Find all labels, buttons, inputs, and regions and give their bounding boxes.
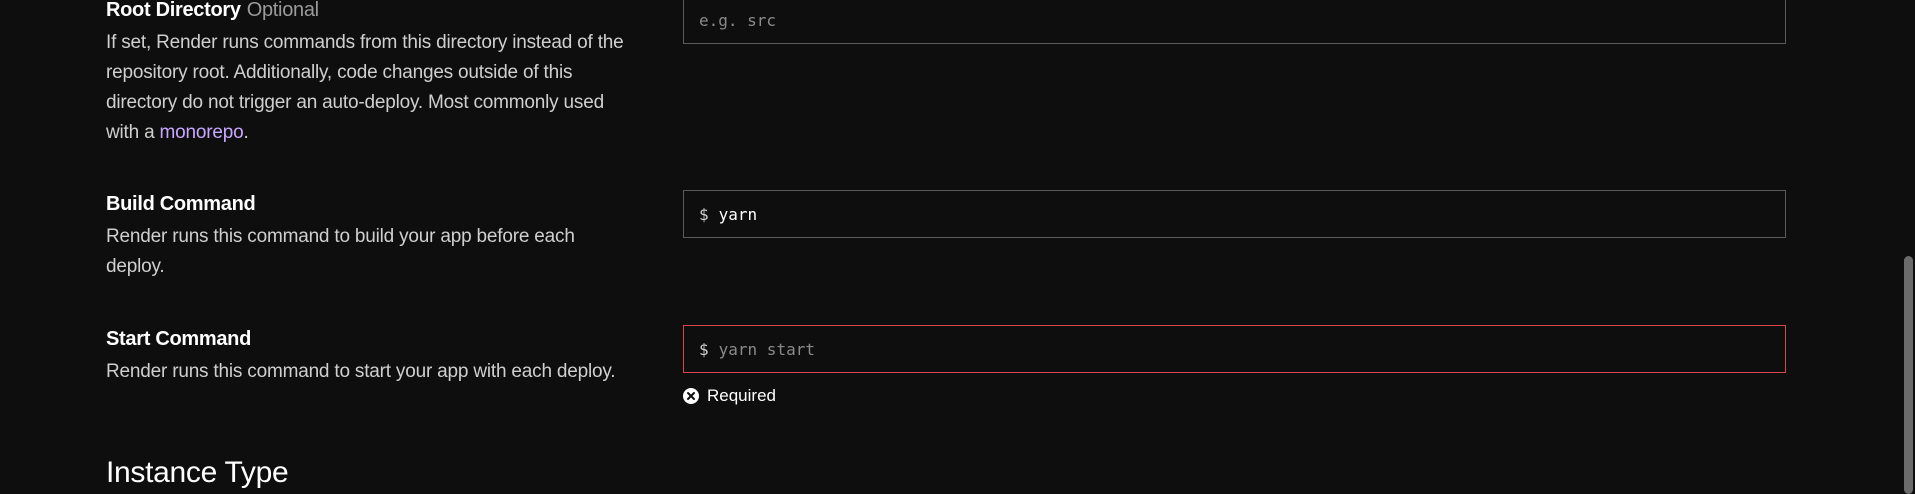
build-command-description: Render runs this command to build your a…: [106, 226, 575, 277]
start-command-label: Start Command: [106, 328, 252, 350]
root-directory-section: Root Directory Optional If set, Render ru…: [106, 0, 636, 148]
root-directory-input-box[interactable]: [683, 0, 1786, 44]
build-command-prefix: $: [699, 204, 709, 224]
x-circle-icon: [683, 388, 699, 404]
start-command-prefix: $: [699, 339, 709, 359]
start-command-input[interactable]: [718, 339, 1785, 359]
build-command-section: Build Command Render runs this command t…: [106, 192, 636, 282]
root-directory-input[interactable]: [699, 10, 1785, 30]
start-command-section: Start Command Render runs this command t…: [106, 327, 636, 387]
build-command-input[interactable]: [718, 204, 1785, 224]
root-directory-description-end: .: [243, 122, 249, 143]
web-service-settings-page: Root Directory Optional If set, Render ru…: [0, 0, 1915, 494]
build-command-input-box[interactable]: $: [683, 190, 1786, 238]
optional-tag: Optional: [246, 0, 319, 21]
start-command-input-box[interactable]: $: [683, 325, 1786, 373]
monorepo-link[interactable]: monorepo: [160, 122, 244, 143]
scrollbar-track[interactable]: [1901, 0, 1915, 494]
instance-type-heading: Instance Type: [106, 456, 289, 489]
start-command-description: Render runs this command to start your a…: [106, 361, 616, 382]
start-command-error: Required: [683, 386, 776, 406]
scrollbar-thumb[interactable]: [1904, 256, 1913, 494]
root-directory-title: Root Directory: [106, 0, 241, 21]
root-directory-label: Root Directory Optional: [106, 0, 636, 22]
build-command-label: Build Command: [106, 193, 256, 215]
error-text: Required: [707, 386, 776, 405]
root-directory-description: If set, Render runs commands from this d…: [106, 28, 636, 148]
